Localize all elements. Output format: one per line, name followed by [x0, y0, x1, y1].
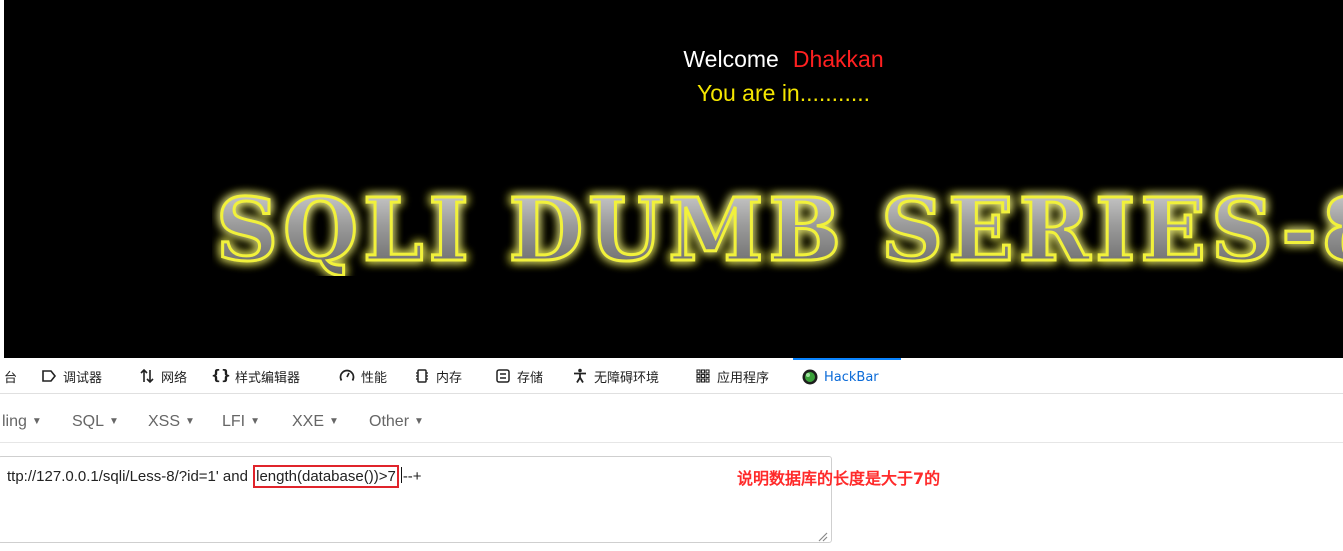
web-page-viewport: Welcome Dhakkan You are in........... SQL…: [0, 0, 1343, 358]
chevron-down-icon: ▼: [185, 416, 195, 427]
accessibility-icon: [571, 367, 589, 385]
menu-sql[interactable]: SQL ▼: [72, 413, 119, 431]
tab-label: 样式编辑器: [235, 370, 301, 386]
tab-label: 内存: [436, 370, 463, 386]
series-banner: SQLI DUMB SERIES-8: [212, 176, 1343, 277]
menu-label: LFI: [222, 413, 246, 430]
tab-label: 存储: [517, 370, 544, 386]
url-textarea[interactable]: ttp://127.0.0.1/sqli/Less-8/?id=1' and l…: [0, 456, 832, 543]
login-status: You are in...........: [696, 80, 871, 106]
hackbar-menu: ling ▼ SQL ▼ XSS ▼ LFI ▼ XXE ▼ Other ▼: [0, 403, 1343, 443]
tab-label: HackBar: [824, 369, 879, 385]
menu-label: SQL: [72, 413, 105, 430]
chevron-down-icon: ▼: [414, 416, 424, 427]
menu-label: XXE: [292, 413, 325, 430]
tab-label: 网络: [161, 370, 188, 386]
url-suffix: --+: [402, 468, 422, 485]
tab-style-editor[interactable]: {} 样式编辑器: [211, 358, 301, 394]
url-prefix: ttp://127.0.0.1/sqli/Less-8/?id=1' and: [7, 468, 253, 485]
menu-label: ling: [2, 413, 27, 430]
tab-label: 无障碍环境: [594, 370, 660, 386]
welcome-text: Welcome: [683, 46, 779, 72]
tab-debugger[interactable]: 调试器: [40, 358, 102, 394]
annotation-note: 说明数据库的长度是大于7的: [737, 469, 941, 488]
menu-label: XSS: [148, 413, 181, 430]
style-editor-icon: {}: [211, 368, 231, 384]
performance-icon: [338, 367, 356, 385]
chevron-down-icon: ▼: [329, 416, 339, 427]
menu-xxe[interactable]: XXE ▼: [292, 413, 339, 431]
tab-label: 性能: [361, 370, 388, 386]
user-name: Dhakkan: [792, 46, 884, 72]
highlighted-payload: length(database())>7: [253, 465, 399, 488]
tab-performance[interactable]: 性能: [338, 358, 387, 394]
application-icon: [694, 367, 712, 385]
tab-network[interactable]: 网络: [138, 358, 187, 394]
menu-other[interactable]: Other ▼: [369, 413, 424, 431]
chevron-down-icon: ▼: [109, 416, 119, 427]
tab-accessibility[interactable]: 无障碍环境: [571, 358, 659, 394]
storage-icon: [494, 367, 512, 385]
menu-label: Other: [369, 413, 410, 430]
tab-hackbar[interactable]: HackBar: [793, 358, 901, 394]
debugger-icon: [40, 367, 58, 385]
hackbar-icon: [801, 368, 819, 386]
tab-application[interactable]: 应用程序: [694, 358, 769, 394]
network-icon: [138, 367, 156, 385]
menu-xss[interactable]: XSS ▼: [148, 413, 195, 431]
chevron-down-icon: ▼: [31, 416, 42, 427]
devtools-tab-bar: 台 调试器 网络 {} 样式编辑器 性能 内存 存储 无障碍环境 应用程序 Ha…: [0, 358, 1343, 394]
tab-label: 应用程序: [717, 370, 770, 386]
tab-label: 台: [4, 370, 18, 386]
tab-label: 调试器: [63, 370, 103, 386]
tab-memory[interactable]: 内存: [413, 358, 462, 394]
tab-storage[interactable]: 存储: [494, 358, 543, 394]
menu-encoding[interactable]: ling ▼: [2, 413, 42, 431]
memory-icon: [413, 367, 431, 385]
text-cursor: [400, 467, 402, 483]
chevron-down-icon: ▼: [250, 416, 261, 427]
resize-grip-icon[interactable]: [816, 527, 828, 542]
banner-text: SQLI DUMB SERIES-8: [216, 180, 1343, 276]
tab-console[interactable]: 台: [4, 358, 17, 394]
menu-lfi[interactable]: LFI ▼: [222, 413, 260, 431]
welcome-line: Welcome Dhakkan: [0, 44, 1343, 74]
url-text[interactable]: ttp://127.0.0.1/sqli/Less-8/?id=1' and l…: [7, 465, 422, 488]
